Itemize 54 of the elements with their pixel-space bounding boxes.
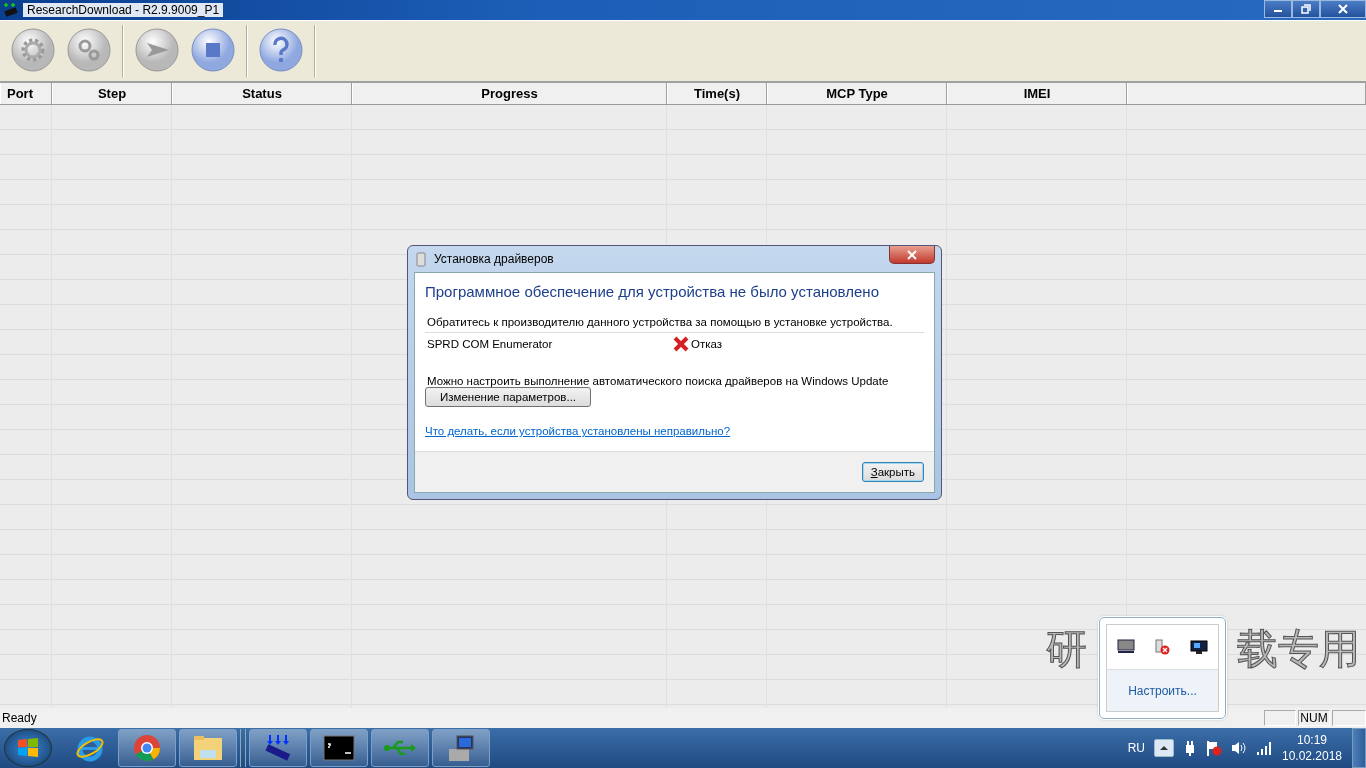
chrome-icon[interactable] [118,729,176,767]
minimize-button[interactable] [1264,0,1292,18]
speaker-icon[interactable] [1231,740,1247,756]
signal-icon[interactable] [1256,741,1272,755]
column-header[interactable]: IMEI [947,83,1127,104]
close-button[interactable] [1320,0,1366,18]
status-text: Ready [1,711,37,725]
start-menu-button[interactable] [4,729,52,767]
column-header[interactable]: Time(s) [667,83,767,104]
clock-date[interactable]: 10.02.2018 [1281,748,1343,764]
terminal-icon[interactable] [310,729,368,767]
up-arrow-icon [1159,745,1169,751]
change-settings-button[interactable]: Изменение параметров... [425,387,592,407]
column-header[interactable]: Status [172,83,352,104]
chip-download-icon[interactable] [249,729,307,767]
device-name: SPRD COM Enumerator [427,338,554,350]
status-panel: NUM [1298,710,1330,726]
close-button[interactable] [889,246,935,264]
column-header[interactable]: MCP Type [767,83,947,104]
watermark-text: 载专用 [1237,625,1360,675]
stop-button[interactable] [190,28,236,74]
network-icon[interactable] [1190,639,1209,655]
error-icon [673,336,689,352]
language-indicator[interactable]: RU [1127,741,1145,755]
computer-icon[interactable] [432,729,490,767]
restore-button[interactable] [1292,0,1320,18]
dialog-note: Можно настроить выполнение автоматического поиска драйверов на Windows Update [426,375,890,387]
help-button[interactable] [258,28,304,74]
dialog-message: Обратитесь к производителю данного устройства за помощью в установке устройства. [425,316,924,333]
close-icon [906,249,918,260]
column-header[interactable]: Step [52,83,172,104]
dialog-heading: Программное обеспечение для устройства не было установлено [425,283,879,300]
chip-icon [3,2,19,18]
customize-link[interactable]: Настроить... [1106,669,1219,712]
dialog-title: Установка драйверов [434,252,554,266]
close-icon [1337,4,1349,14]
show-hidden-icons-button[interactable] [1154,739,1174,757]
restore-icon [1301,4,1311,14]
start-button[interactable] [134,28,180,74]
device-icon [416,251,426,267]
column-header[interactable]: Progress [352,83,667,104]
close-dialog-button[interactable]: Закрыть [861,462,924,482]
windows-logo-icon [16,736,40,760]
device-status: Отказ [691,338,723,350]
watermark-text: 研 [1046,625,1087,675]
folder-icon[interactable] [179,729,237,767]
monitor-icon[interactable] [1116,639,1135,655]
help-link[interactable]: Что делать, если устройства установлены неправильно? [425,425,731,437]
power-plug-icon[interactable] [1183,740,1197,756]
column-header[interactable]: Port [0,83,52,104]
device-error-icon[interactable] [1154,639,1171,655]
clock-time[interactable]: 10:19 [1297,732,1327,748]
window-title: ResearchDownload - R2.9.9009_P1 [23,3,224,17]
flag-error-icon[interactable] [1206,740,1222,756]
